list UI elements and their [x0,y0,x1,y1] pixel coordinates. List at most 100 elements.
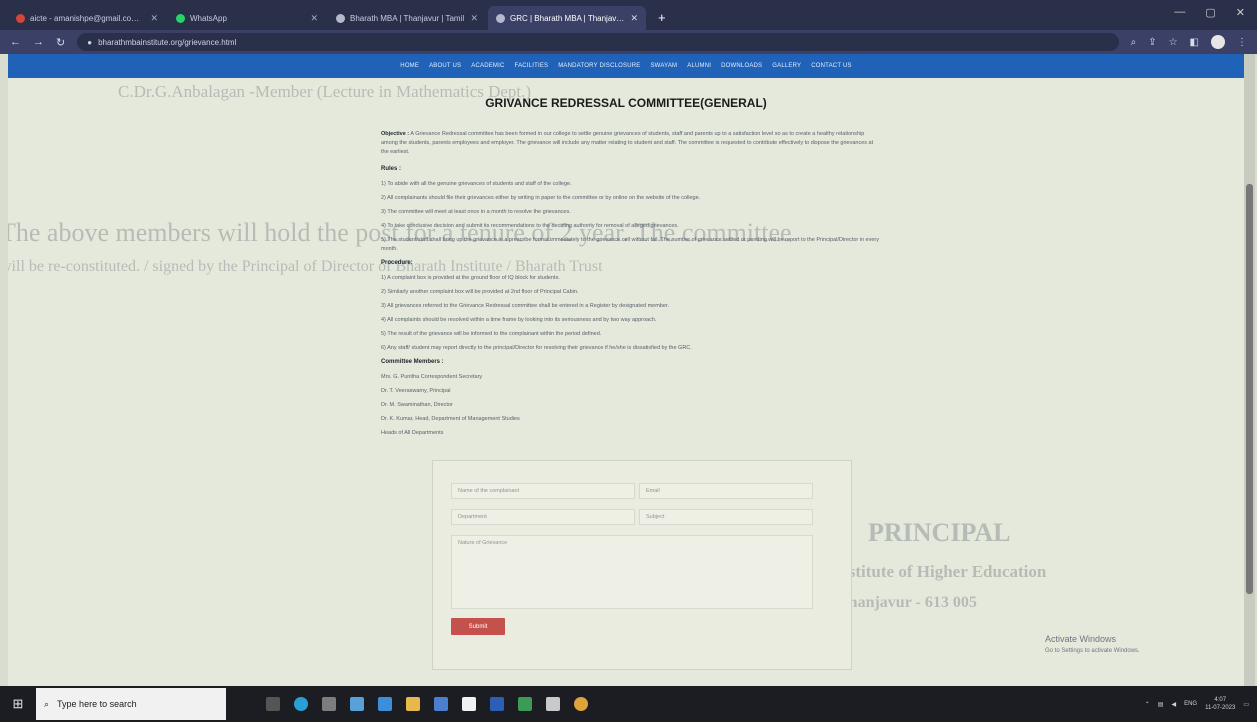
whatsapp-favicon-icon [176,13,185,23]
share-icon[interactable]: ⇪ [1148,37,1156,48]
document-icon[interactable] [462,697,476,711]
procedure-item: 1) A complaint box is provided at the gr… [381,275,560,281]
minimize-icon[interactable]: — [1174,6,1185,19]
grievance-form: Name of the complainant Email Department… [432,460,852,670]
committee-heading: Committee Members : [381,359,444,365]
clock[interactable]: 4:07 11-07-2023 [1205,696,1235,712]
page-scrollbar[interactable] [1244,54,1255,686]
submit-button[interactable]: Submit [451,618,505,635]
rule-item: 5) The student/staff shall bring up the … [381,237,880,252]
chrome-icon[interactable] [574,697,588,711]
committee-member: Heads of All Departments [381,430,444,436]
procedure-item: 4) All complaints should be resolved wit… [381,317,657,323]
language-indicator[interactable]: ENG [1184,701,1197,707]
windows-start-icon[interactable]: ⊞ [0,696,36,712]
tab-label: GRC | Bharath MBA | Thanjavur | [510,13,626,23]
nav-swayam[interactable]: SWAYAM [650,63,677,69]
close-window-icon[interactable]: ✕ [1236,6,1245,19]
url-text: bharathmbainstitute.org/grievance.html [98,37,237,47]
procedure-item: 2) Similarly another complaint box will … [381,289,579,295]
nav-alumni[interactable]: ALUMNI [687,63,711,69]
name-field[interactable]: Name of the complainant [451,483,635,499]
browser-tab[interactable]: WhatsApp ✕ [168,6,326,30]
tab-label: aicte - amanishpe@gmail.com - Gi [30,13,146,23]
objective-text: A Grievance Redressal committee has been… [381,131,874,155]
search-placeholder: Type here to search [57,699,137,709]
rule-item: 2) All complainants should file their gr… [381,195,701,201]
department-field[interactable]: Department [451,509,635,525]
objective-paragraph: Objective : A Grievance Redressal commit… [381,130,881,157]
address-bar: ← → ↻ ● bharathmbainstitute.org/grievanc… [0,30,1257,54]
nature-of-grievance-textarea[interactable]: Nature of Grievance [451,535,813,609]
address-bar-actions: ⌕ ⇪ ☆ ◧ ⋮ [1131,35,1247,49]
activate-subtitle: Go to Settings to activate Windows. [1045,648,1140,654]
nav-about-us[interactable]: ABOUT US [429,63,461,69]
back-icon[interactable]: ← [10,36,21,48]
lock-icon: ● [87,37,93,47]
app-icon[interactable] [546,697,560,711]
clock-date: 11-07-2023 [1205,705,1236,711]
site-navigation: HOME ABOUT US ACADEMIC FACILITIES MANDAT… [8,54,1244,78]
profile-avatar[interactable] [1211,35,1225,49]
close-tab-icon[interactable]: ✕ [470,13,478,24]
nav-mandatory-disclosure[interactable]: MANDATORY DISCLOSURE [558,63,640,69]
notification-icon[interactable]: ▭ [1243,701,1249,708]
procedure-item: 3) All grievances referred to the Grieva… [381,303,669,309]
activate-title: Activate Windows [1045,634,1117,644]
task-view-icon[interactable] [266,697,280,711]
browser-tab-active[interactable]: GRC | Bharath MBA | Thanjavur | ✕ [488,6,646,30]
app-icon[interactable] [434,697,448,711]
forward-icon[interactable]: → [33,36,44,48]
close-tab-icon[interactable]: ✕ [310,13,318,24]
subject-field[interactable]: Subject [639,509,813,525]
window-controls: — ▢ ✕ [1174,6,1245,19]
committee-member: Mrs. G. Punitha Correspondent Secretary [381,374,483,380]
sidebar-icon[interactable]: ◧ [1190,37,1199,48]
menu-icon[interactable]: ⋮ [1237,37,1247,48]
committee-member: Dr. K. Kumar, Head, Department of Manage… [381,416,520,422]
nav-gallery[interactable]: GALLERY [772,63,801,69]
word-icon[interactable] [490,697,504,711]
bookmark-star-icon[interactable]: ☆ [1169,37,1178,48]
taskbar-search[interactable]: ⌕ Type here to search [36,688,226,720]
search-icon: ⌕ [44,698,50,709]
objective-label: Objective : [381,131,410,137]
store-icon[interactable] [322,697,336,711]
photos-icon[interactable] [350,697,364,711]
close-tab-icon[interactable]: ✕ [150,13,158,24]
excel-icon[interactable] [518,697,532,711]
nav-facilities[interactable]: FACILITIES [515,63,549,69]
email-field[interactable]: Email [639,483,813,499]
url-field[interactable]: ● bharathmbainstitute.org/grievance.html [77,33,1119,51]
tab-label: WhatsApp [190,13,227,23]
site-favicon-icon [336,13,345,23]
edge-icon[interactable] [294,697,308,711]
reload-icon[interactable]: ↻ [56,36,65,49]
tray-chevron-icon[interactable]: ⌃ [1145,701,1150,708]
activate-windows-watermark: Activate Windows Go to Settings to activ… [1045,633,1140,657]
volume-icon[interactable]: ◀ [1171,701,1176,708]
nav-academic[interactable]: ACADEMIC [471,63,504,69]
nav-downloads[interactable]: DOWNLOADS [721,63,762,69]
network-icon[interactable]: ▤ [1158,701,1164,708]
committee-member: Dr. T. Veeraswamy, Principal [381,388,451,394]
mail-icon[interactable] [378,697,392,711]
folder-icon[interactable] [406,697,420,711]
system-tray: ⌃ ▤ ◀ ENG 4:07 11-07-2023 ▭ [1145,686,1249,722]
nav-contact-us[interactable]: CONTACT US [811,63,851,69]
background-stamp-text: PRINCIPAL [868,518,1011,547]
rule-item: 3) The committee will meet at least once… [381,209,571,215]
maximize-icon[interactable]: ▢ [1205,6,1215,19]
new-tab-button[interactable]: + [648,10,676,30]
close-tab-icon[interactable]: ✕ [630,13,638,24]
rules-heading: Rules : [381,166,402,172]
background-stamp-text: Thanjavur - 613 005 [838,594,977,611]
site-favicon-icon [496,13,505,23]
nav-home[interactable]: HOME [400,63,419,69]
scrollbar-thumb[interactable] [1246,184,1253,594]
tab-strip: aicte - amanishpe@gmail.com - Gi ✕ Whats… [0,0,1257,30]
browser-tab[interactable]: Bharath MBA | Thanjavur | Tamil ✕ [328,6,486,30]
tab-label: Bharath MBA | Thanjavur | Tamil [350,13,465,23]
browser-tab[interactable]: aicte - amanishpe@gmail.com - Gi ✕ [8,6,166,30]
zoom-icon[interactable]: ⌕ [1131,37,1137,48]
